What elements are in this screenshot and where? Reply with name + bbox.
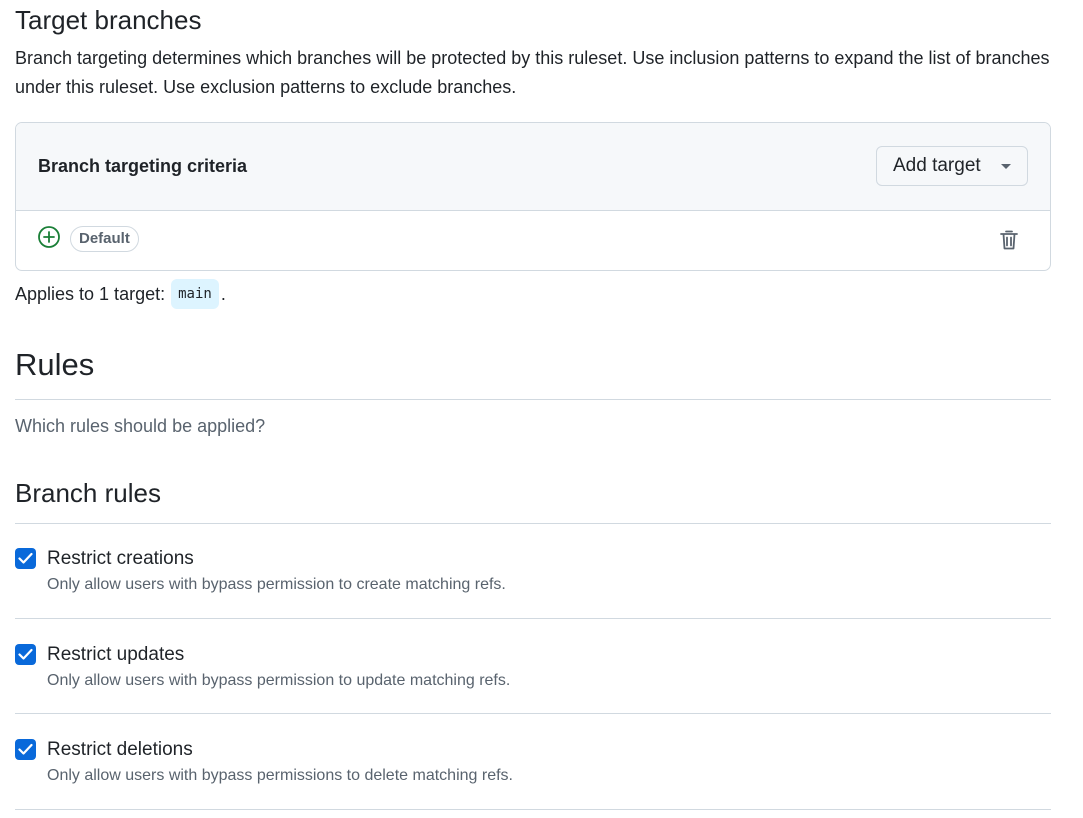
rules-subtitle: Which rules should be applied? — [15, 416, 266, 436]
branch-rules-divider — [15, 523, 1051, 524]
criteria-box-header: Branch targeting criteria Add target — [16, 123, 1050, 211]
caret-down-icon — [1001, 164, 1011, 169]
rule-description: Only allow users with bypass permission … — [47, 576, 506, 593]
branch-rules-heading: Branch rules — [15, 478, 161, 508]
check-icon — [18, 552, 33, 564]
applies-summary: Applies to 1 target: main . — [15, 279, 226, 309]
rules-divider — [15, 399, 1051, 400]
add-target-label: Add target — [893, 155, 981, 176]
rule-description: Only allow users with bypass permissions… — [47, 767, 513, 784]
rule-description: Only allow users with bypass permission … — [47, 672, 511, 689]
rule-divider — [15, 618, 1051, 619]
add-target-button[interactable]: Add target — [876, 146, 1028, 186]
restrict-deletions-checkbox[interactable] — [15, 739, 36, 760]
check-icon — [18, 743, 33, 755]
target-row-default: Default — [16, 211, 1050, 270]
rule-label[interactable]: Restrict updates — [47, 643, 184, 667]
rules-heading: Rules — [15, 347, 95, 382]
rule-divider — [15, 809, 1051, 810]
target-branches-description: Branch targeting determines which branch… — [15, 48, 1050, 97]
restrict-updates-checkbox[interactable] — [15, 644, 36, 665]
rule-divider — [15, 713, 1051, 714]
default-badge: Default — [70, 226, 139, 252]
criteria-box-title: Branch targeting criteria — [38, 156, 248, 176]
restrict-creations-checkbox[interactable] — [15, 548, 36, 569]
check-icon — [18, 648, 33, 660]
target-branches-heading: Target branches — [15, 5, 202, 35]
plus-circle-icon — [37, 225, 61, 249]
target-branch-code: main — [171, 279, 219, 309]
applies-prefix: Applies to 1 target: — [15, 284, 166, 304]
rule-label[interactable]: Restrict creations — [47, 547, 194, 571]
applies-suffix: . — [220, 284, 226, 304]
rule-label[interactable]: Restrict deletions — [47, 738, 193, 762]
trash-icon[interactable] — [999, 229, 1019, 251]
branch-targeting-criteria-box: Branch targeting criteria Add target Def… — [15, 122, 1051, 271]
